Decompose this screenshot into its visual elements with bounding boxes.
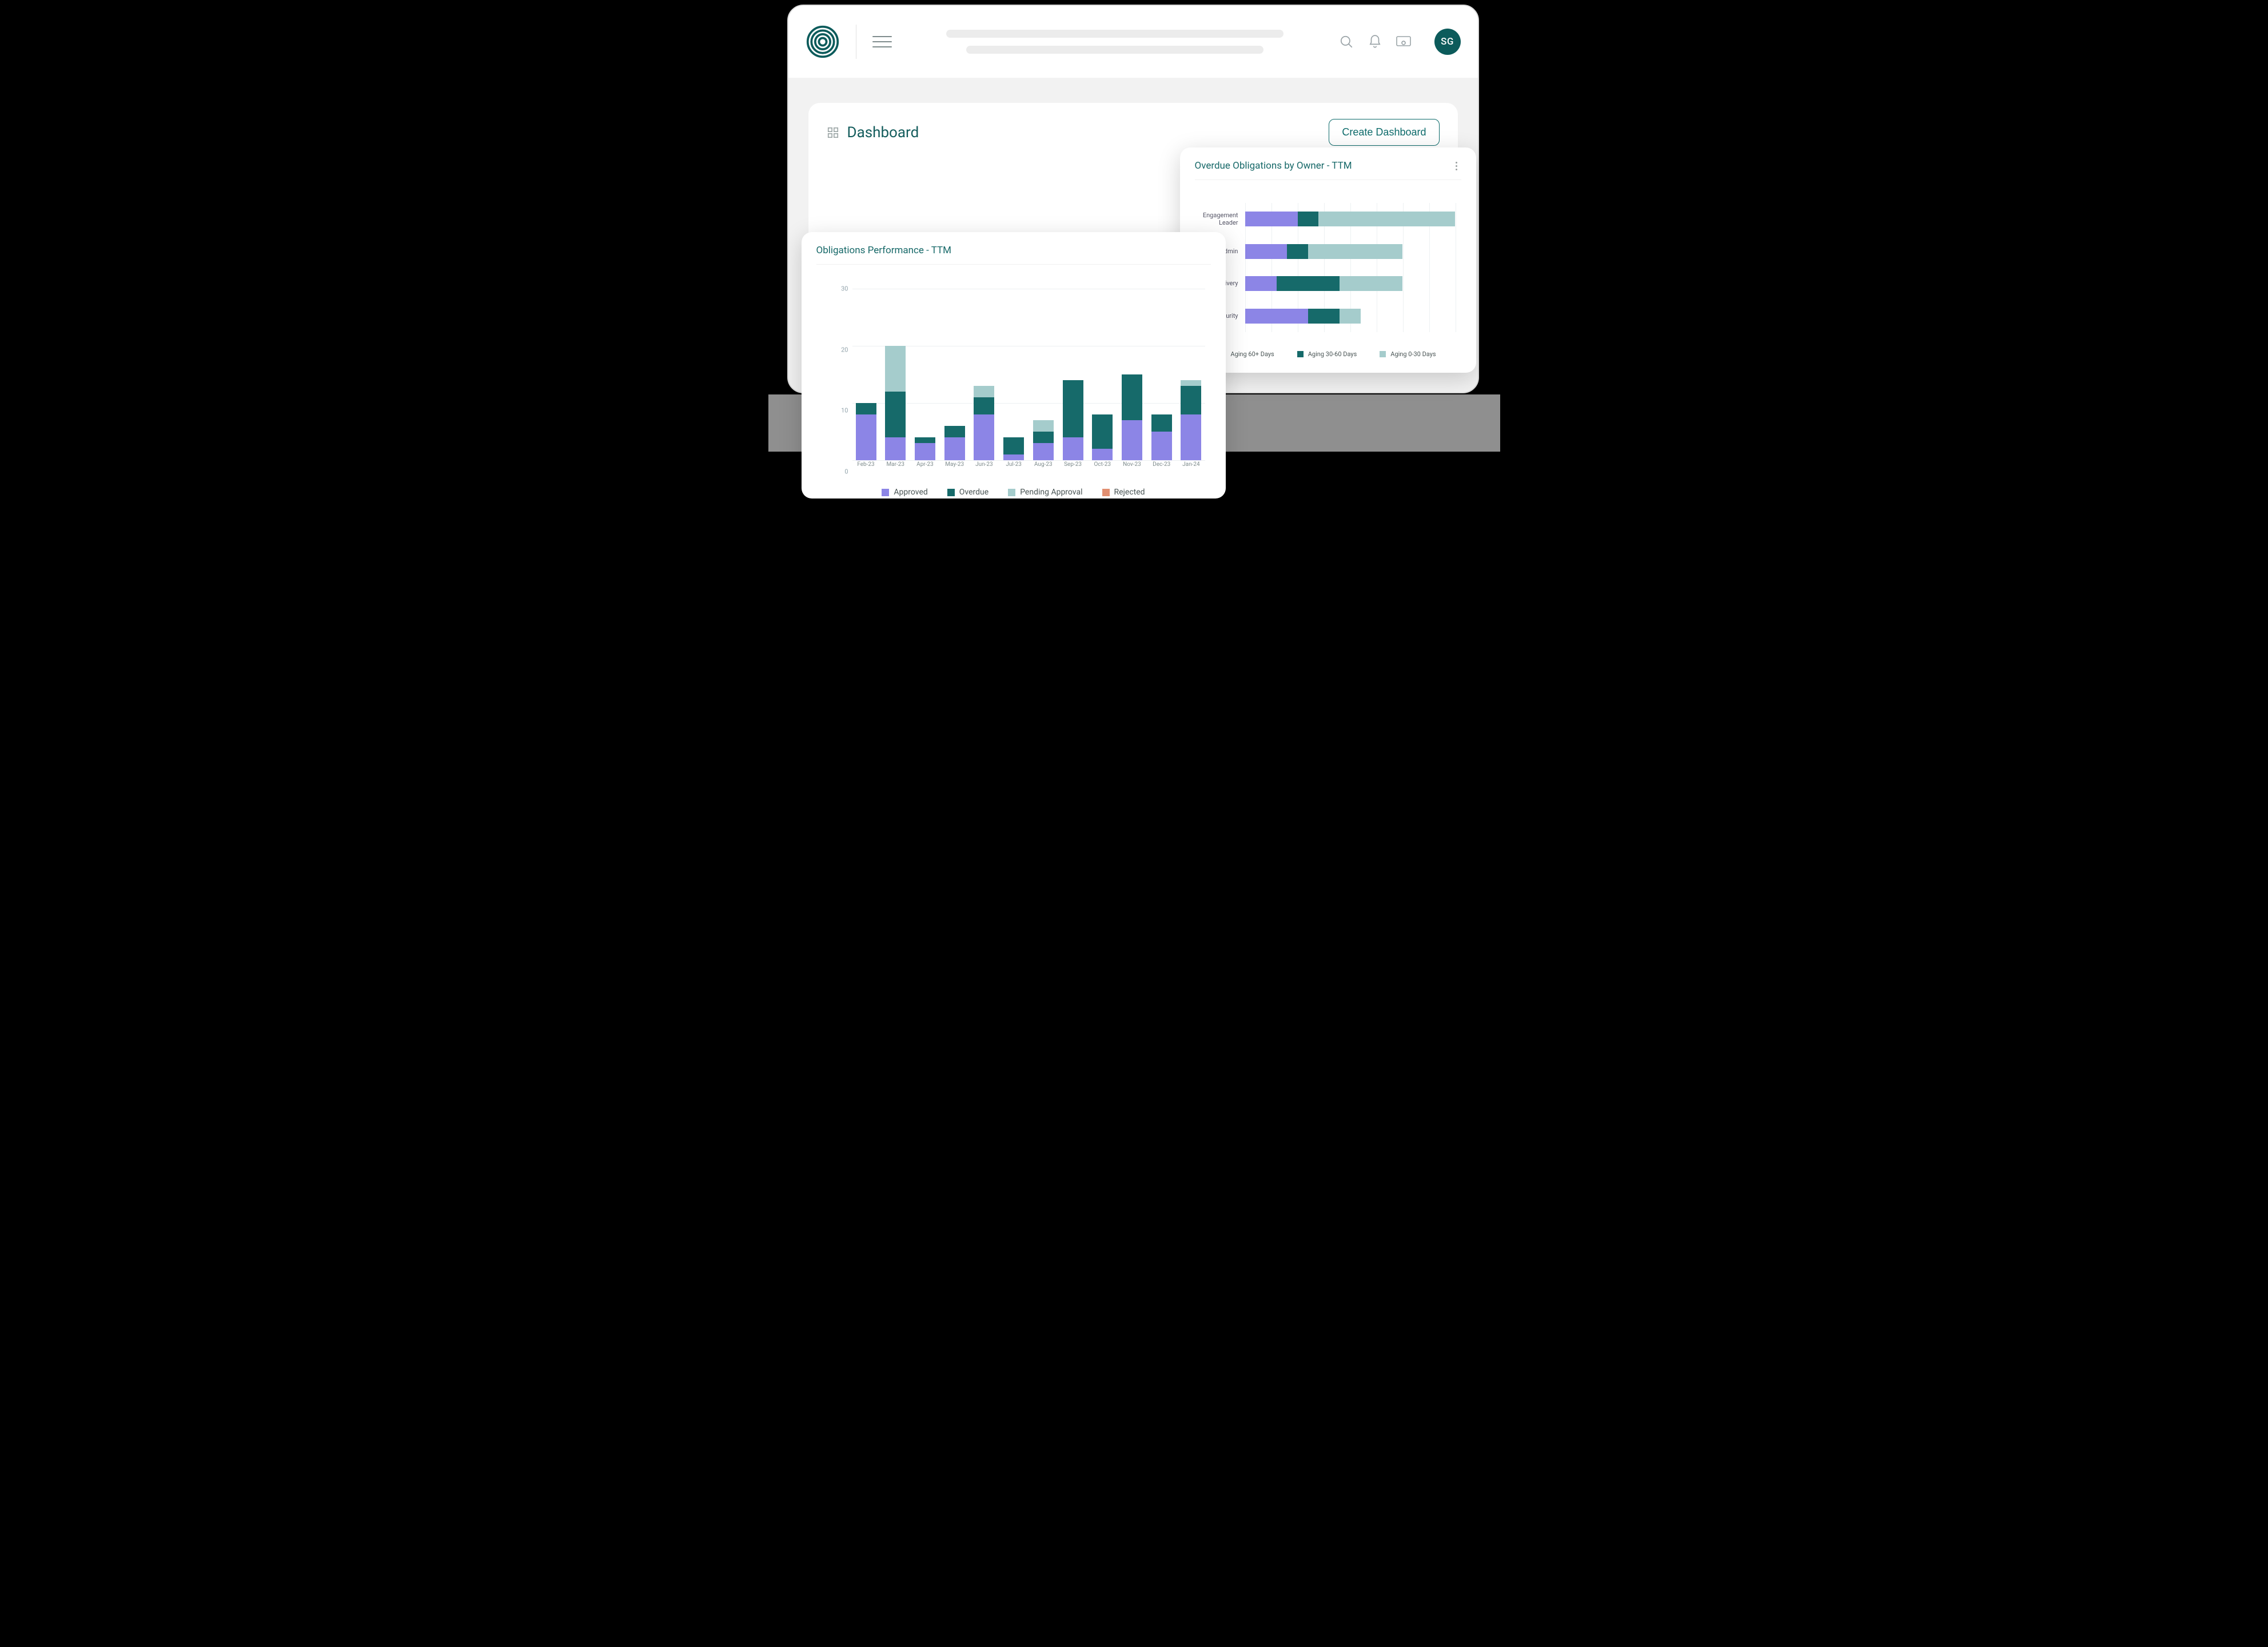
bar-Mar-23 — [885, 346, 906, 460]
y-tick: 0 — [832, 468, 848, 476]
search-placeholder-skeleton — [942, 30, 1288, 54]
bell-icon[interactable] — [1367, 34, 1383, 50]
bar-Dec-23 — [1151, 414, 1172, 460]
card-menu-icon[interactable] — [1452, 161, 1461, 170]
owner-row-1: Artus Admin — [1195, 238, 1456, 265]
bar-Jan-24 — [1181, 380, 1201, 460]
x-tick: Aug-23 — [1031, 461, 1056, 472]
bar-Jun-23 — [974, 386, 994, 460]
x-tick: Feb-23 — [854, 461, 879, 472]
owner-row-2: Ron Delivery — [1195, 270, 1456, 297]
x-tick: May-23 — [942, 461, 967, 472]
legend-pending: Pending Approval — [1020, 488, 1082, 497]
owner-row-0: Engagement Leader — [1195, 206, 1456, 232]
x-tick: Nov-23 — [1119, 461, 1145, 472]
x-tick: Mar-23 — [883, 461, 908, 472]
legend-a60: Aging 60+ Days — [1230, 350, 1274, 358]
legend-overdue: Overdue — [959, 488, 988, 497]
avatar[interactable]: SG — [1434, 29, 1461, 55]
bar-Oct-23 — [1092, 414, 1113, 460]
x-tick: Jul-23 — [1001, 461, 1026, 472]
y-tick: 30 — [832, 285, 848, 293]
owner-chart: Engagement Leader Artus Admin Ron Delivery… — [1195, 203, 1461, 346]
legend-approved: Approved — [894, 488, 927, 497]
bar-May-23 — [944, 426, 965, 460]
x-tick: Jun-23 — [971, 461, 997, 472]
dashboard-icon — [827, 126, 839, 139]
perf-chart: Feb-23 Mar-23 Apr-23 May-23 Jun-23 Jul-23 Aug-… — [835, 289, 1205, 472]
x-tick: Jan-24 — [1178, 461, 1203, 472]
legend-a3060: Aging 30-60 Days — [1308, 350, 1357, 358]
avatar-initials: SG — [1441, 36, 1454, 47]
owner-label: Engagement Leader — [1195, 212, 1242, 228]
x-tick: Dec-23 — [1149, 461, 1174, 472]
menu-icon[interactable] — [872, 36, 892, 47]
search-icon[interactable] — [1338, 34, 1354, 50]
create-dashboard-button[interactable]: Create Dashboard — [1329, 119, 1439, 146]
card-title-owner: Overdue Obligations by Owner - TTM — [1195, 160, 1352, 172]
legend-a030: Aging 0-30 Days — [1390, 350, 1436, 358]
bar-Feb-23 — [856, 403, 876, 460]
x-tick: Apr-23 — [912, 461, 938, 472]
x-tick: Oct-23 — [1090, 461, 1115, 472]
y-tick: 20 — [832, 346, 848, 353]
legend-rejected: Rejected — [1114, 488, 1145, 497]
bar-Nov-23 — [1122, 374, 1142, 460]
present-icon[interactable] — [1396, 34, 1412, 50]
bar-Jul-23 — [1003, 437, 1024, 460]
card-obligations-performance: Obligations Performance - TTM Feb-23 Mar-… — [802, 232, 1226, 499]
owner-legend: Aging 60+ Days Aging 30-60 Days Aging 0-… — [1195, 350, 1461, 358]
card-title-perf: Obligations Performance - TTM — [816, 245, 951, 256]
bar-Sep-23 — [1063, 380, 1083, 460]
owner-row-3: Reem Security — [1195, 303, 1456, 329]
bar-Aug-23 — [1033, 420, 1054, 460]
y-tick: 10 — [832, 407, 848, 414]
x-tick: Sep-23 — [1061, 461, 1086, 472]
bar-Apr-23 — [915, 437, 935, 460]
perf-legend: Approved Overdue Pending Approval Reject… — [816, 488, 1211, 497]
app-header: SG — [788, 6, 1478, 78]
page-title: Dashboard — [847, 124, 919, 141]
logo[interactable] — [806, 25, 840, 59]
